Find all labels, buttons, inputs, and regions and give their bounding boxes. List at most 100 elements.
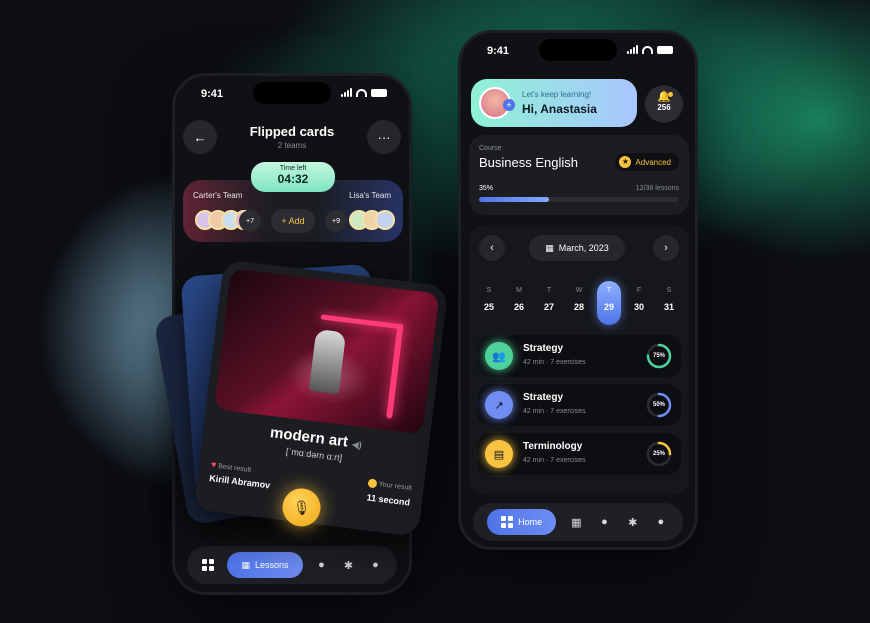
- greeting-title: Hi, Anastasia: [522, 102, 597, 116]
- tab-bar: ▦ Lessons ● ✱ ●: [187, 546, 397, 584]
- course-card[interactable]: Course Business English ★ Advanced 35% 1…: [469, 135, 689, 215]
- greeting-card[interactable]: + Let's keep learning! Hi, Anastasia: [471, 79, 637, 127]
- tab-chat[interactable]: ●: [596, 514, 612, 530]
- heart-icon: ♥: [210, 459, 218, 470]
- greeting-subtitle: Let's keep learning!: [522, 90, 592, 99]
- month-selector[interactable]: ▦ March, 2023: [529, 235, 625, 261]
- next-week-button[interactable]: ›: [653, 235, 679, 261]
- dynamic-island: [539, 39, 617, 61]
- lesson-meta: 42 min · 7 exercises: [523, 408, 586, 415]
- gear-icon: ✱: [343, 559, 354, 572]
- microphone-icon: 🎙: [291, 497, 312, 516]
- status-icons: [341, 88, 387, 97]
- avatar: [375, 210, 395, 230]
- wifi-icon: [356, 88, 367, 97]
- prev-week-button[interactable]: ‹: [479, 235, 505, 261]
- bell-icon: 🔔: [657, 91, 671, 103]
- day-name: T: [606, 287, 612, 294]
- progress-bar: [479, 197, 679, 202]
- tab-settings[interactable]: ✱: [625, 514, 641, 530]
- your-result-label: Your result: [367, 478, 412, 492]
- plus-icon[interactable]: +: [503, 99, 515, 111]
- course-name: Business English: [479, 155, 578, 170]
- tab-home[interactable]: Home: [487, 509, 557, 535]
- user-icon: ●: [657, 516, 665, 528]
- week-days: S 25 M 26 T 27 W 28 T 29 F 30 S 31: [477, 281, 681, 325]
- timer-badge: Time left 04:32: [251, 162, 335, 192]
- lesson-title: Strategy: [523, 392, 564, 403]
- lesson-item[interactable]: ▤ Terminology 42 min · 7 exercises 25%: [477, 433, 681, 475]
- lesson-percent: 75%: [652, 353, 665, 359]
- progress-percent: 35%: [479, 185, 494, 192]
- calendar-day[interactable]: W 28: [567, 281, 591, 325]
- team-left-name: Carter's Team: [193, 191, 243, 200]
- calendar-day[interactable]: M 26: [507, 281, 531, 325]
- statue-figure: [308, 328, 347, 395]
- level-badge: ★ Advanced: [615, 153, 679, 171]
- day-date: 30: [633, 302, 644, 312]
- more-button[interactable]: ···: [367, 120, 401, 154]
- tab-lessons[interactable]: ▦: [568, 514, 584, 530]
- clock-icon: [367, 478, 378, 489]
- day-date: 31: [663, 302, 674, 312]
- day-date: 26: [513, 302, 524, 312]
- progress-fill: [479, 197, 549, 202]
- flip-card-front[interactable]: modern art ◀) [ˈmɑːdərn ɑːrt] ♥ Best res…: [193, 259, 449, 537]
- calendar-icon: ▦: [241, 559, 250, 570]
- day-name: W: [575, 287, 583, 294]
- status-time: 9:41: [487, 45, 510, 57]
- tab-lessons[interactable]: ▦ Lessons: [227, 552, 303, 578]
- day-name: T: [546, 287, 552, 294]
- chevron-right-icon: ›: [664, 242, 668, 254]
- tab-profile[interactable]: ●: [367, 557, 383, 573]
- lesson-item[interactable]: 👥 Strategy 42 min · 7 exercises 75%: [477, 335, 681, 377]
- wifi-icon: [642, 45, 653, 54]
- notification-count: 256: [657, 103, 671, 112]
- tab-chat[interactable]: ●: [314, 557, 330, 573]
- lesson-meta: 42 min · 7 exercises: [523, 457, 586, 464]
- team-left-more[interactable]: +7: [239, 210, 261, 232]
- lesson-meta: 42 min · 7 exercises: [523, 359, 586, 366]
- card-image: [213, 268, 440, 435]
- grid-icon: [501, 516, 514, 528]
- star-icon: ★: [619, 156, 632, 168]
- day-name: S: [486, 287, 492, 294]
- tab-profile[interactable]: ●: [653, 514, 669, 530]
- team-right-avatars[interactable]: [349, 210, 395, 230]
- calendar-day[interactable]: S 31: [657, 281, 681, 325]
- team-right-name: Lisa's Team: [349, 191, 391, 200]
- status-icons: [627, 45, 673, 54]
- calendar-day[interactable]: T 27: [537, 281, 561, 325]
- lesson-icon: ▤: [485, 440, 513, 468]
- chat-icon: ●: [318, 559, 325, 571]
- day-name: S: [666, 287, 672, 294]
- speaker-icon[interactable]: ◀): [351, 439, 362, 450]
- calendar-icon: ▦: [545, 242, 554, 253]
- calendar-icon: ▦: [571, 516, 582, 529]
- notifications-button[interactable]: 🔔 256: [645, 85, 683, 123]
- add-button[interactable]: + Add: [271, 209, 315, 233]
- battery-icon: [657, 45, 673, 54]
- tab-settings[interactable]: ✱: [340, 557, 356, 573]
- lesson-item[interactable]: ↗ Strategy 42 min · 7 exercises 50%: [477, 384, 681, 426]
- progress-lessons: 12/38 lessons: [635, 185, 679, 192]
- lesson-title: Terminology: [523, 441, 583, 452]
- signal-icon: [627, 45, 638, 54]
- dynamic-island: [253, 82, 331, 104]
- status-time: 9:41: [201, 88, 224, 100]
- calendar-card: ‹ ▦ March, 2023 › S 25 M 26 T 27 W 28 T 29 F 30 S 31 …: [469, 225, 689, 495]
- calendar-day[interactable]: T 29: [597, 281, 621, 325]
- day-name: M: [516, 287, 522, 294]
- signal-icon: [341, 88, 352, 97]
- calendar-day[interactable]: F 30: [627, 281, 651, 325]
- notification-dot: [668, 92, 673, 97]
- team-right-more[interactable]: +9: [325, 210, 347, 232]
- calendar-day[interactable]: S 25: [477, 281, 501, 325]
- best-result-label: ♥ Best result: [211, 459, 252, 474]
- more-dots-icon: ···: [377, 129, 391, 145]
- neon-light: [386, 323, 404, 419]
- tab-dashboard[interactable]: [200, 557, 216, 573]
- best-result-name: Kirill Abramov: [208, 473, 271, 491]
- chat-icon: ●: [601, 516, 608, 528]
- best-result-label-text: Best result: [217, 463, 252, 474]
